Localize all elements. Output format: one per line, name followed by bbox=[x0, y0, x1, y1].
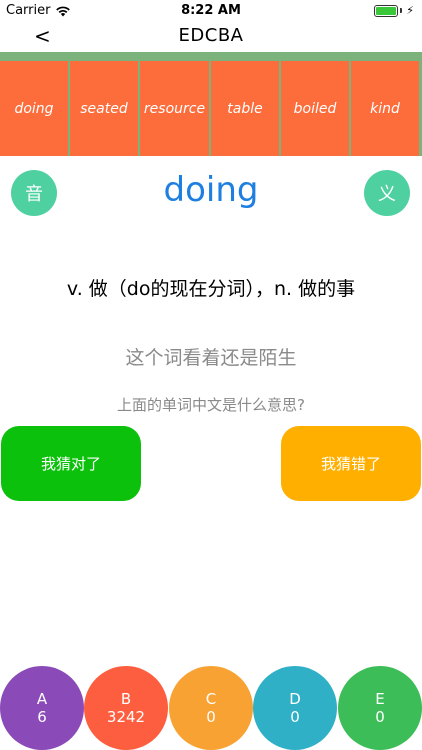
charging-bolt-icon: ⚡ bbox=[406, 4, 414, 17]
word-card-kind[interactable]: kind bbox=[351, 61, 419, 156]
guess-right-button[interactable]: 我猜对了 bbox=[1, 426, 141, 501]
grade-a-button[interactable]: A 6 bbox=[0, 666, 84, 750]
status-bar: Carrier 8:22 AM ⚡ bbox=[0, 0, 422, 22]
unfamiliar-prompt[interactable]: 这个词看着还是陌生 bbox=[0, 343, 422, 370]
word-card-resource[interactable]: resource bbox=[140, 61, 209, 156]
grade-b-button[interactable]: B 3242 bbox=[84, 666, 168, 750]
grade-letter: A bbox=[36, 690, 48, 708]
question-text: 上面的单词中文是什么意思? bbox=[117, 396, 305, 414]
word-card-doing[interactable]: doing bbox=[0, 61, 68, 156]
grade-count: 0 bbox=[206, 708, 216, 726]
word-card-seated[interactable]: seated bbox=[70, 61, 138, 156]
grade-letter: B bbox=[120, 690, 132, 708]
page-title: EDCBA bbox=[178, 25, 244, 46]
guess-wrong-button[interactable]: 我猜错了 bbox=[281, 426, 421, 501]
grade-count: 3242 bbox=[106, 708, 146, 726]
grade-c-button[interactable]: C 0 bbox=[169, 666, 253, 750]
word-card-boiled[interactable]: boiled bbox=[281, 61, 349, 156]
battery-charging-icon: ⚡ bbox=[374, 4, 414, 17]
meaning-button[interactable]: 义 bbox=[364, 170, 410, 216]
word-strip: doing seated resource table boiled kind bbox=[0, 52, 422, 156]
nav-bar: < EDCBA bbox=[0, 22, 422, 52]
main-word: doing bbox=[163, 170, 259, 210]
grade-letter: E bbox=[375, 690, 385, 708]
grade-e-button[interactable]: E 0 bbox=[338, 666, 422, 750]
grade-letter: C bbox=[205, 690, 217, 708]
grade-letter: D bbox=[289, 690, 301, 708]
grade-count: 0 bbox=[375, 708, 385, 726]
word-card-table[interactable]: table bbox=[211, 61, 279, 156]
clock: 8:22 AM bbox=[181, 3, 241, 18]
grade-d-button[interactable]: D 0 bbox=[253, 666, 337, 750]
grade-count: 6 bbox=[37, 708, 47, 726]
grade-count: 0 bbox=[290, 708, 300, 726]
definition-text: v. 做（do的现在分词），n. 做的事 bbox=[66, 278, 356, 300]
